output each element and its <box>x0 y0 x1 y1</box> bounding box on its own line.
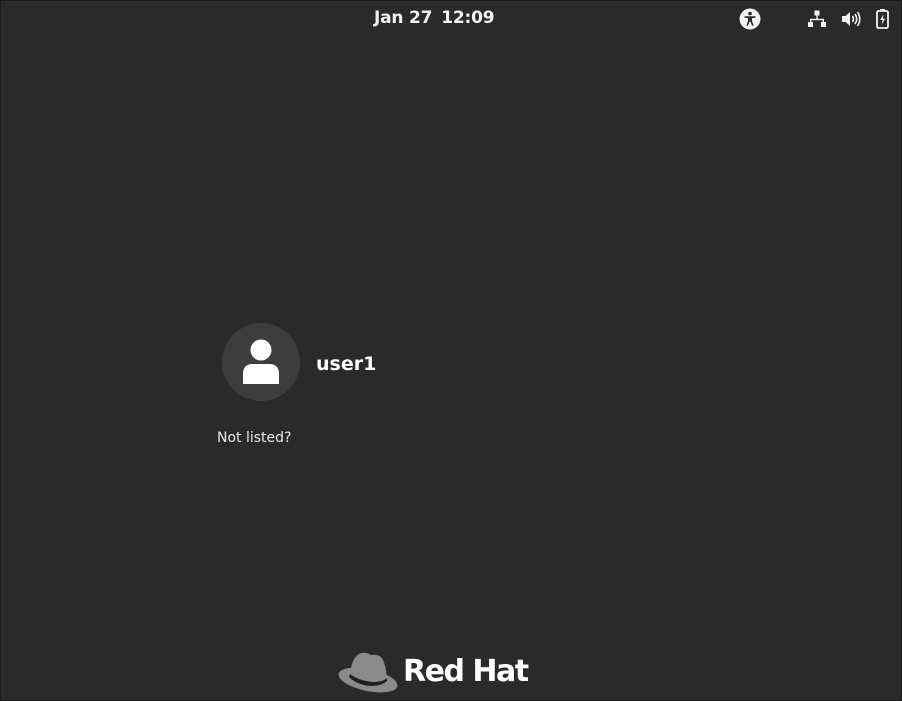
user-avatar[interactable] <box>222 323 300 401</box>
not-listed-link[interactable]: Not listed? <box>217 430 291 446</box>
login-screen: Jan 27 12:09 user1 Not listed? Red Hat <box>0 0 902 701</box>
accessibility-icon[interactable] <box>738 7 762 31</box>
clock-time: 12:09 <box>441 8 495 28</box>
volume-icon[interactable] <box>839 7 863 31</box>
red-hat-logo-text: Red Hat <box>403 653 529 689</box>
user-name-label[interactable]: user1 <box>316 353 376 375</box>
clock-date: Jan 27 <box>374 8 433 28</box>
user-avatar-icon <box>243 339 279 384</box>
red-hat-logo-icon <box>338 652 398 693</box>
clock-button[interactable]: Jan 27 12:09 <box>374 8 495 28</box>
top-bar: Jan 27 12:09 <box>1 1 901 39</box>
network-icon[interactable] <box>805 7 829 31</box>
red-hat-logo: Red Hat <box>337 648 529 694</box>
battery-icon[interactable] <box>871 7 895 31</box>
